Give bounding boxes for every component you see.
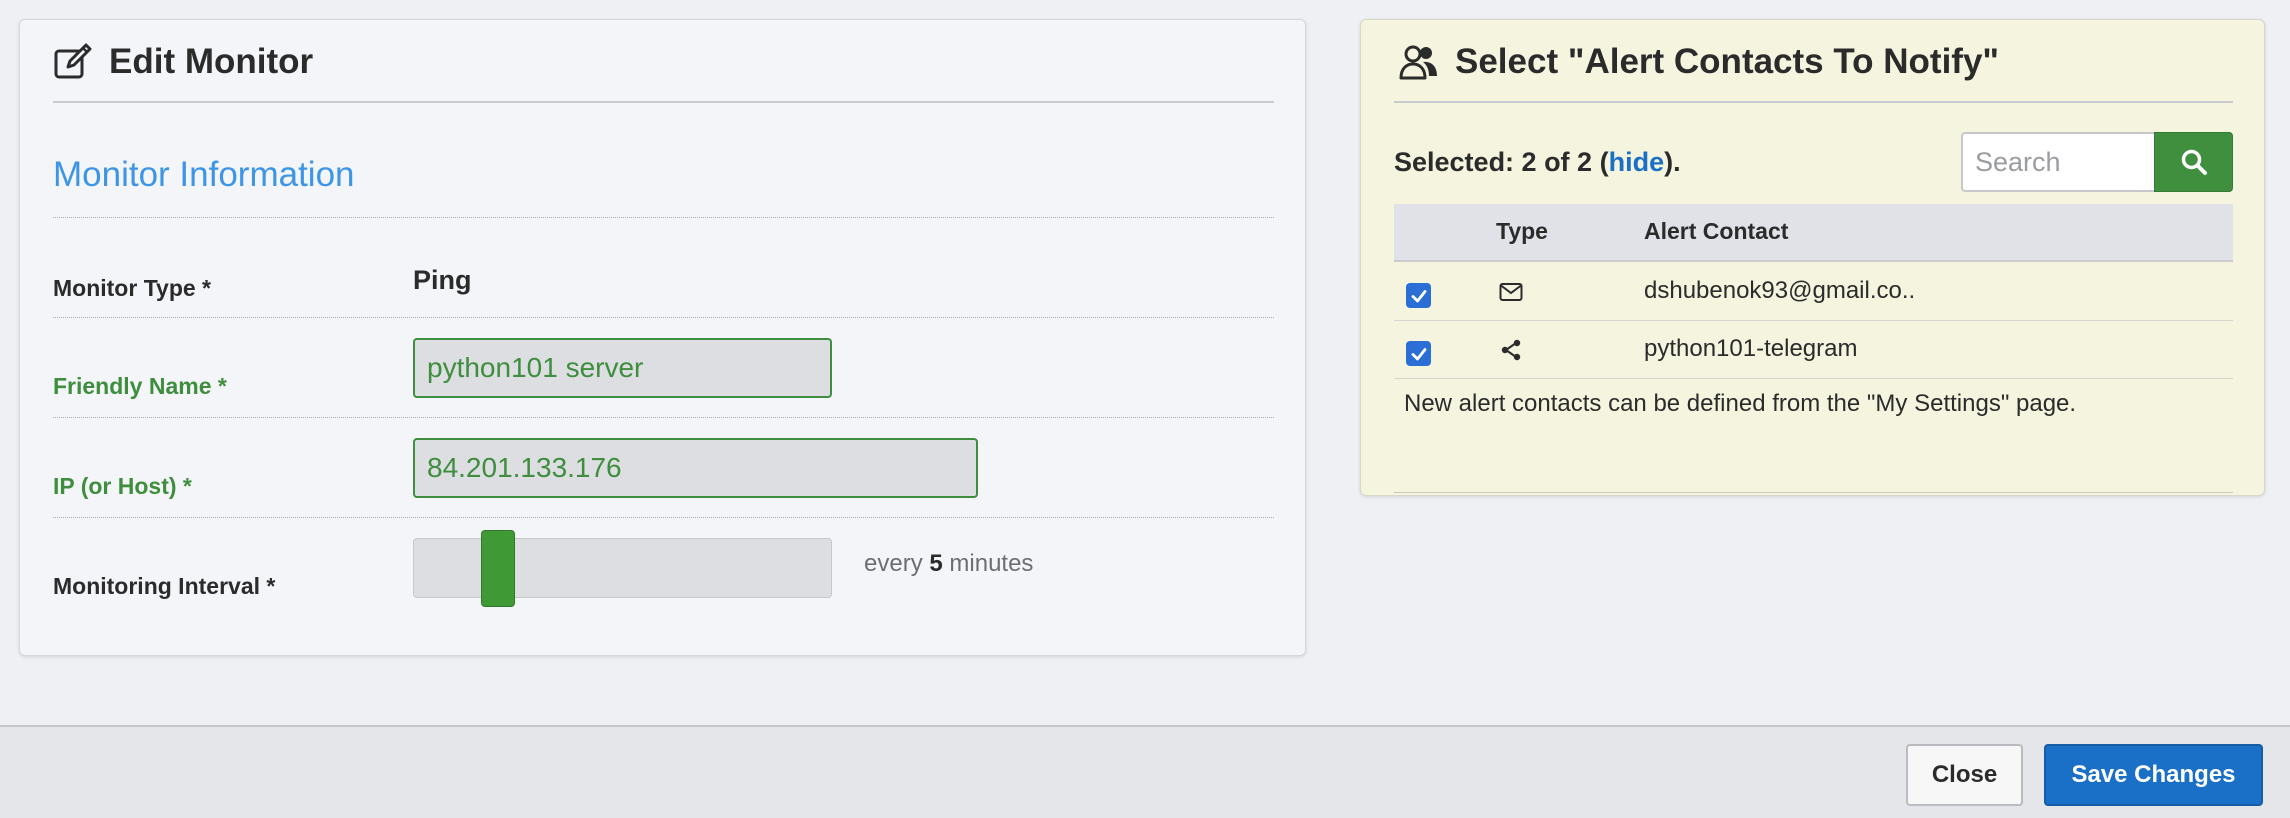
slider-handle[interactable]	[481, 530, 515, 607]
title-divider	[1394, 101, 2233, 103]
ip-host-input[interactable]	[413, 438, 978, 498]
alert-contacts-panel: Select "Alert Contacts To Notify" Select…	[1360, 19, 2265, 496]
selected-prefix: Selected: 2 of 2 (	[1394, 147, 1609, 177]
edit-monitor-panel: Edit Monitor Monitor Information Monitor…	[19, 19, 1306, 656]
monitor-information-heading: Monitor Information	[53, 155, 355, 194]
modal-footer: Close Save Changes	[0, 725, 2290, 818]
search-input[interactable]	[1961, 132, 2154, 192]
search-icon	[2180, 148, 2208, 176]
alert-contact-column-header: Alert Contact	[1644, 218, 1789, 244]
edit-monitor-header: Edit Monitor	[53, 42, 313, 82]
monitoring-interval-label: Monitoring Interval *	[53, 573, 276, 599]
table-row: python101-telegram	[1394, 321, 2233, 379]
type-column-header: Type	[1496, 218, 1548, 244]
edit-monitor-title: Edit Monitor	[109, 42, 314, 81]
contact-name: dshubenok93@gmail.co..	[1644, 277, 1916, 304]
search-button[interactable]	[2154, 132, 2233, 192]
row-divider	[53, 417, 1274, 418]
envelope-icon	[1498, 279, 1524, 305]
edit-icon	[53, 42, 93, 82]
monitoring-interval-text: every 5 minutes	[864, 550, 1033, 578]
interval-prefix: every	[864, 550, 923, 577]
hide-link[interactable]: hide	[1609, 147, 1665, 177]
monitoring-interval-slider[interactable]	[413, 538, 832, 598]
contact-checkbox[interactable]	[1406, 283, 1431, 308]
interval-suffix: minutes	[949, 550, 1034, 577]
row-divider	[53, 217, 1274, 218]
monitor-type-value: Ping	[413, 265, 472, 295]
share-icon	[1498, 337, 1524, 363]
monitor-type-label: Monitor Type *	[53, 275, 212, 301]
selected-count: Selected: 2 of 2 (hide).	[1394, 147, 1681, 178]
friendly-name-input[interactable]	[413, 338, 832, 398]
alert-contacts-header: Select "Alert Contacts To Notify"	[1399, 42, 1999, 82]
friendly-name-label: Friendly Name *	[53, 373, 227, 399]
row-divider	[53, 317, 1274, 318]
alert-contacts-help-text: New alert contacts can be defined from t…	[1404, 390, 2077, 417]
users-icon	[1399, 42, 1439, 82]
save-changes-button[interactable]: Save Changes	[2044, 744, 2263, 806]
panel-bottom-divider	[1394, 492, 2233, 493]
contact-search	[1961, 132, 2233, 192]
close-button[interactable]: Close	[1906, 744, 2023, 806]
table-row: dshubenok93@gmail.co..	[1394, 263, 2233, 321]
title-divider	[53, 101, 1274, 103]
alert-contacts-title: Select "Alert Contacts To Notify"	[1455, 42, 2000, 81]
interval-value: 5	[929, 550, 943, 577]
contact-name: python101-telegram	[1644, 335, 1858, 362]
contact-checkbox[interactable]	[1406, 341, 1431, 366]
ip-host-label: IP (or Host) *	[53, 473, 192, 499]
selected-suffix: ).	[1664, 147, 1681, 177]
contacts-table-header: Type Alert Contact	[1394, 204, 2233, 262]
row-divider	[53, 517, 1274, 518]
